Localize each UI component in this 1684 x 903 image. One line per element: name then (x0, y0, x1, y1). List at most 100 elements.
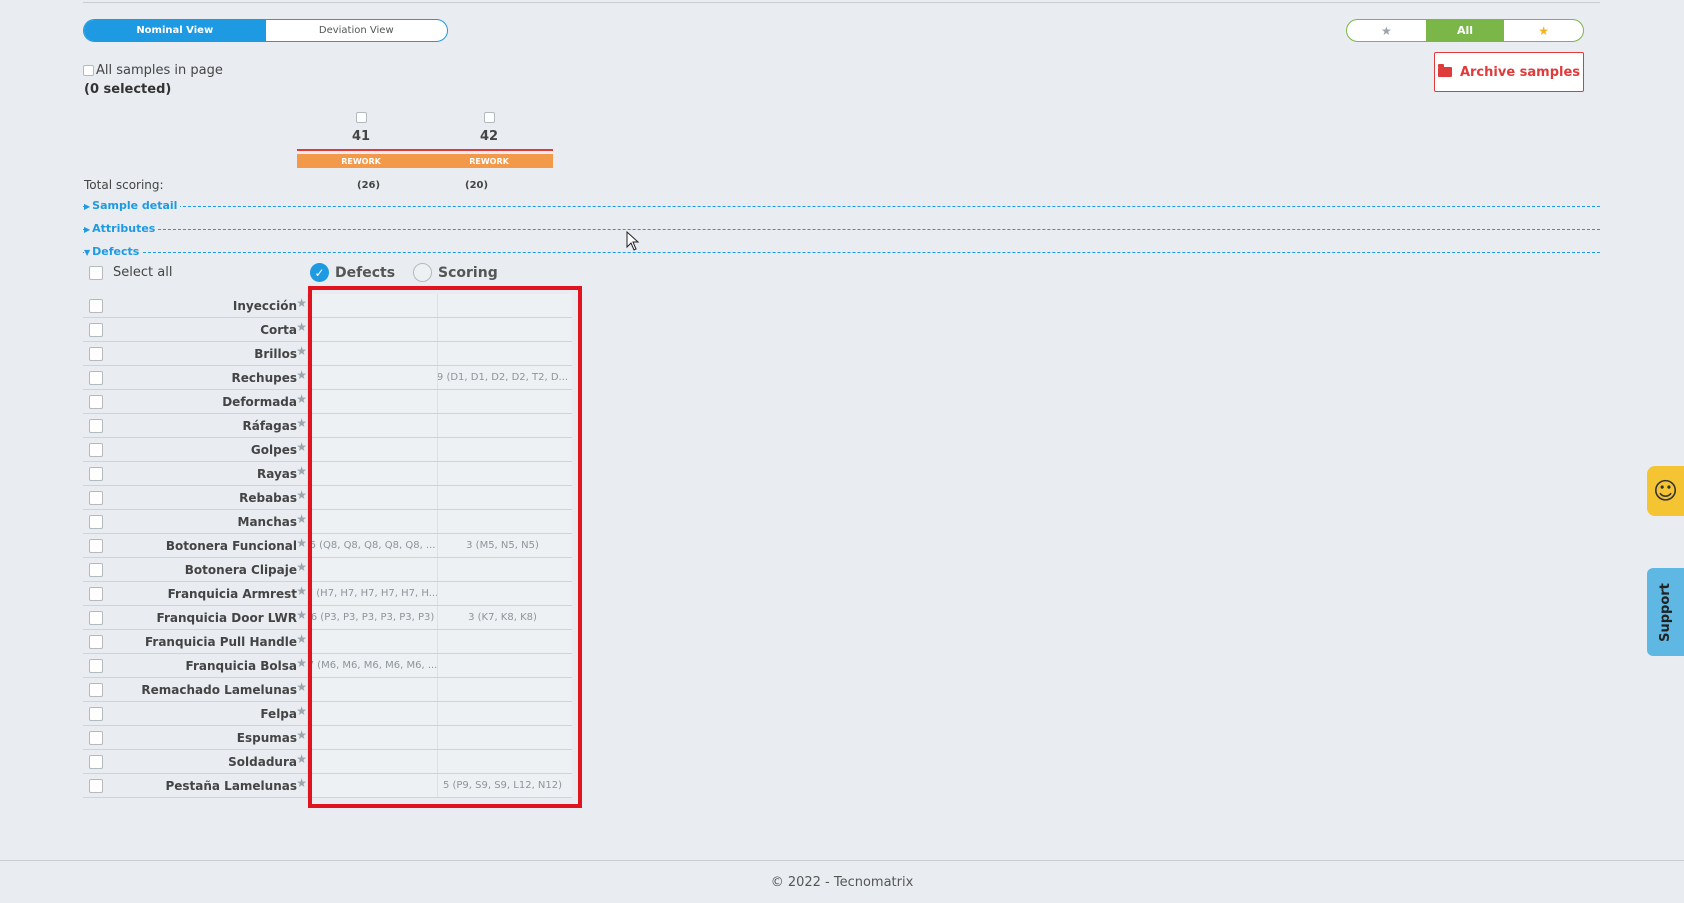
defect-name-cell: Franquicia Pull Handle ★ (83, 630, 307, 653)
defect-checkbox[interactable] (89, 707, 103, 721)
caret-down-icon: ▼ (84, 248, 91, 257)
defect-checkbox[interactable] (89, 731, 103, 745)
defect-name-cell: Inyección ★ (83, 294, 307, 317)
star-icon[interactable]: ★ (296, 416, 307, 430)
defect-checkbox[interactable] (89, 443, 103, 457)
defect-checkbox[interactable] (89, 563, 103, 577)
status-badge: REWORK (425, 154, 553, 168)
star-icon[interactable]: ★ (296, 296, 307, 310)
defect-checkbox[interactable] (89, 515, 103, 529)
defect-label: Remachado Lamelunas (141, 682, 297, 697)
defect-name-cell: Brillos ★ (83, 342, 307, 365)
defect-checkbox[interactable] (89, 683, 103, 697)
defect-name-cell: Soldadura ★ (83, 750, 307, 773)
all-samples-in-page: All samples in page (83, 63, 223, 78)
select-all-label: Select all (113, 265, 173, 280)
star-icon[interactable]: ★ (296, 680, 307, 694)
star-icon[interactable]: ★ (296, 608, 307, 622)
defect-label: Rayas (256, 466, 297, 481)
defect-checkbox[interactable] (89, 491, 103, 505)
defect-checkbox[interactable] (89, 635, 103, 649)
support-label: Support (1658, 582, 1674, 642)
radio-defects[interactable]: ✓ Defects (310, 263, 395, 282)
sample-divider (297, 149, 425, 151)
defect-name-cell: Franquicia Bolsa ★ (83, 654, 307, 677)
smile-icon: ☺ (1652, 477, 1679, 505)
archive-samples-button[interactable]: Archive samples (1434, 52, 1584, 92)
deviation-view-button[interactable]: Deviation View (266, 20, 448, 41)
defect-checkbox[interactable] (89, 419, 103, 433)
star-icon[interactable]: ★ (296, 440, 307, 454)
sample-checkbox[interactable] (355, 112, 367, 123)
highlight-box (308, 286, 582, 808)
star-icon[interactable]: ★ (296, 464, 307, 478)
filter-starred-button[interactable]: ★ (1347, 20, 1426, 41)
star-icon[interactable]: ★ (296, 752, 307, 766)
defect-label: Soldadura (228, 754, 297, 769)
defect-label: Corta (260, 322, 297, 337)
defect-checkbox[interactable] (89, 395, 103, 409)
radio-scoring[interactable]: Scoring (413, 263, 498, 282)
defect-name-cell: Manchas ★ (83, 510, 307, 533)
defect-checkbox[interactable] (89, 755, 103, 769)
defect-label: Rechupes (231, 370, 297, 385)
archive-samples-label: Archive samples (1459, 64, 1581, 80)
attributes-toggle[interactable]: ▶ Attributes (84, 222, 159, 235)
star-icon[interactable]: ★ (296, 776, 307, 790)
defect-checkbox[interactable] (89, 659, 103, 673)
defect-name-cell: Espumas ★ (83, 726, 307, 749)
filter-all-button[interactable]: All (1425, 20, 1505, 41)
check-icon: ✓ (310, 263, 329, 282)
radio-circle-icon (413, 263, 433, 282)
star-icon[interactable]: ★ (296, 512, 307, 526)
star-icon[interactable]: ★ (296, 584, 307, 598)
defects-section-label: Defects (92, 245, 140, 258)
star-icon[interactable]: ★ (296, 344, 307, 358)
folder-icon (1437, 64, 1452, 77)
sample-checkbox[interactable] (483, 112, 495, 123)
star-icon[interactable]: ★ (296, 728, 307, 742)
feedback-tab[interactable]: ☺ (1647, 466, 1684, 516)
support-tab[interactable]: Support (1647, 568, 1684, 656)
defect-checkbox[interactable] (89, 467, 103, 481)
defects-toggle[interactable]: ▼ Defects (84, 245, 143, 258)
defect-name-cell: Golpes ★ (83, 438, 307, 461)
star-icon[interactable]: ★ (296, 632, 307, 646)
mouse-cursor-icon (626, 231, 640, 251)
sample-number[interactable]: 42 (425, 129, 553, 144)
attributes-divider (83, 229, 1600, 230)
star-filter-toggle: ★ All ★ (1346, 19, 1584, 42)
defect-checkbox[interactable] (89, 779, 103, 793)
star-icon[interactable]: ★ (296, 368, 307, 382)
defect-checkbox[interactable] (89, 587, 103, 601)
defect-label: Golpes (250, 442, 297, 457)
defect-label: Franquicia Pull Handle (144, 634, 297, 649)
star-icon[interactable]: ★ (296, 488, 307, 502)
defect-label: Brillos (254, 346, 297, 361)
sample-detail-toggle[interactable]: ▶ Sample detail (84, 199, 181, 212)
all-samples-checkbox[interactable] (83, 65, 94, 76)
star-icon[interactable]: ★ (296, 656, 307, 670)
defect-checkbox[interactable] (89, 347, 103, 361)
defect-label: Franquicia Door LWR (156, 610, 297, 625)
nominal-view-button[interactable]: Nominal View (84, 20, 266, 41)
star-icon[interactable]: ★ (296, 704, 307, 718)
sample-detail-label: Sample detail (92, 199, 178, 212)
star-icon[interactable]: ★ (296, 392, 307, 406)
filter-gold-button[interactable]: ★ (1504, 20, 1583, 41)
defect-label: Ráfagas (242, 418, 298, 433)
total-scoring-label: Total scoring: (84, 178, 164, 192)
status-badge: REWORK (297, 154, 425, 168)
score-value-42: (20) (465, 180, 489, 191)
defect-checkbox[interactable] (89, 371, 103, 385)
star-icon[interactable]: ★ (296, 320, 307, 334)
star-icon[interactable]: ★ (296, 536, 307, 550)
star-icon[interactable]: ★ (296, 560, 307, 574)
sample-number[interactable]: 41 (297, 129, 425, 144)
defect-checkbox[interactable] (89, 299, 103, 313)
defect-checkbox[interactable] (89, 611, 103, 625)
defect-checkbox[interactable] (89, 323, 103, 337)
defect-label: Botonera Clipaje (184, 562, 297, 577)
select-all-checkbox[interactable] (89, 265, 103, 280)
defect-checkbox[interactable] (89, 539, 103, 553)
